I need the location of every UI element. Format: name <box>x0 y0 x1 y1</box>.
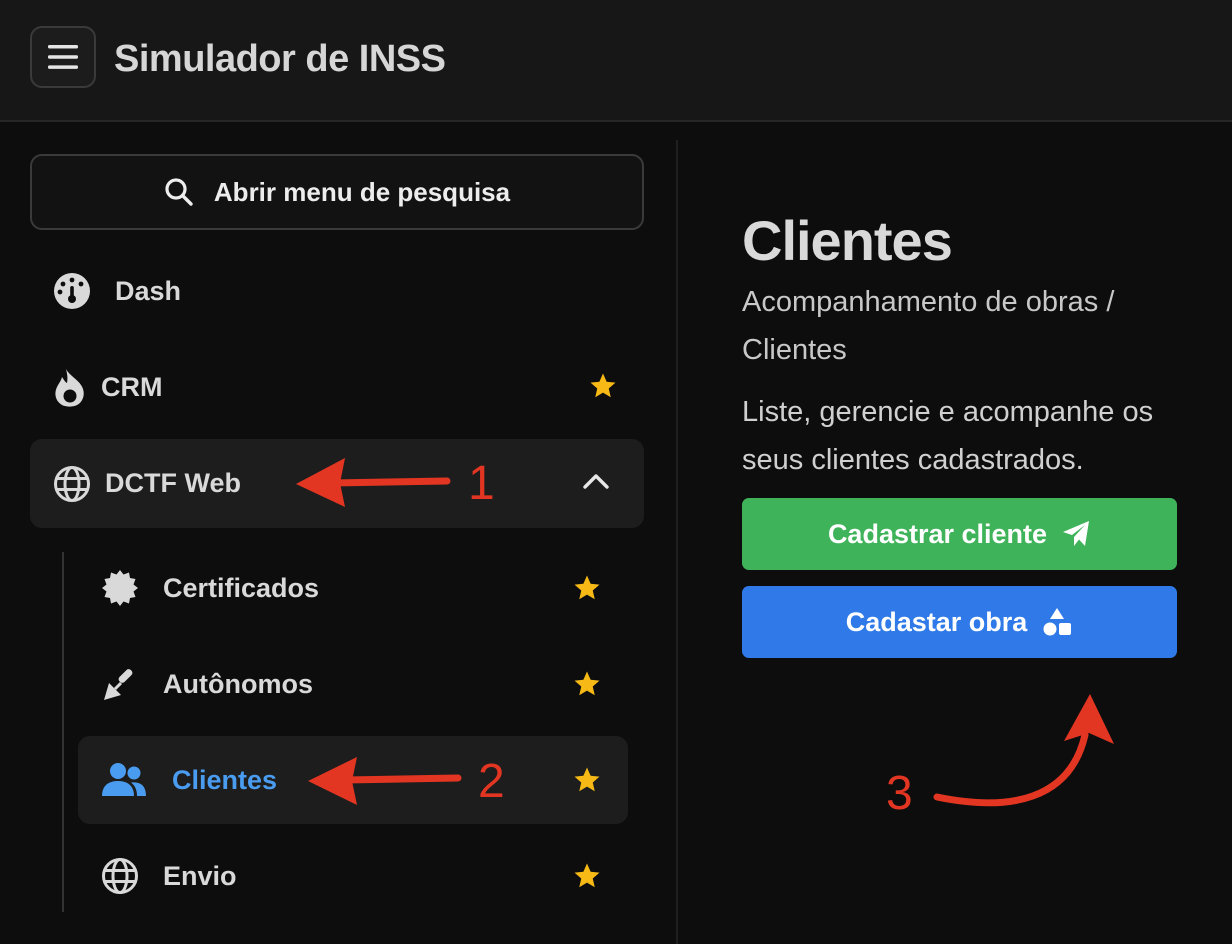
search-menu-button[interactable]: Abrir menu de pesquisa <box>30 154 644 230</box>
submenu-guide-line <box>62 552 64 912</box>
users-icon <box>100 760 148 800</box>
add-project-button[interactable]: Cadastar obra <box>742 586 1177 658</box>
annotation-number-3: 3 <box>886 767 913 820</box>
certificate-badge-icon <box>100 568 140 608</box>
sidebar-item-dctf-web[interactable]: DCTF Web <box>30 439 644 528</box>
sidebar-item-dash[interactable]: Dash <box>30 262 644 320</box>
sidebar-item-label: Clientes <box>172 764 278 795</box>
add-client-label: Cadastrar cliente <box>827 518 1048 549</box>
sidebar-item-certificados[interactable]: Certificados <box>78 559 628 617</box>
favorite-star-icon[interactable] <box>572 765 602 795</box>
sidebar-item-label: Envio <box>163 860 237 891</box>
sidebar-item-envio[interactable]: Envio <box>78 847 628 905</box>
hamburger-menu-icon <box>48 45 78 69</box>
sidebar-item-label: CRM <box>101 371 163 402</box>
annotation-number-2: 2 <box>478 755 505 808</box>
favorite-star-icon[interactable] <box>572 669 602 699</box>
sidebar-item-clientes[interactable]: Clientes <box>78 736 628 824</box>
shapes-icon <box>1043 608 1072 636</box>
sidebar-item-autonomos[interactable]: Autônomos <box>78 655 628 713</box>
sidebar-item-label: Dash <box>115 275 182 306</box>
add-project-label: Cadastar obra <box>845 606 1028 637</box>
app-title: Simulador de INSS <box>114 38 446 80</box>
menu-button[interactable] <box>30 26 96 88</box>
chevron-up-icon[interactable] <box>583 472 609 490</box>
sidebar-item-label: Autônomos <box>163 668 313 699</box>
page-description: Liste, gerencie e acompanhe os seus clie… <box>742 396 1154 476</box>
search-icon <box>165 178 193 206</box>
paper-plane-icon <box>1063 521 1090 546</box>
add-client-button[interactable]: Cadastrar cliente <box>742 498 1177 570</box>
search-menu-label: Abrir menu de pesquisa <box>213 176 511 207</box>
breadcrumb: Acompanhamento de obras / Clientes <box>742 286 1115 366</box>
globe-icon <box>52 464 92 504</box>
favorite-star-icon[interactable] <box>572 573 602 603</box>
favorite-star-icon[interactable] <box>588 371 618 401</box>
page-title: Clientes <box>742 209 953 272</box>
fire-icon <box>52 367 88 407</box>
sidebar-item-label: DCTF Web <box>105 468 241 498</box>
dashboard-gauge-icon <box>52 271 92 311</box>
trowel-icon <box>100 664 140 704</box>
sidebar-item-crm[interactable]: CRM <box>30 358 644 416</box>
top-bar: Simulador de INSS <box>0 0 1232 122</box>
sidebar-item-label: Certificados <box>163 572 320 603</box>
globe-icon <box>100 856 140 896</box>
favorite-star-icon[interactable] <box>572 861 602 891</box>
annotation-number-1: 1 <box>468 457 495 510</box>
